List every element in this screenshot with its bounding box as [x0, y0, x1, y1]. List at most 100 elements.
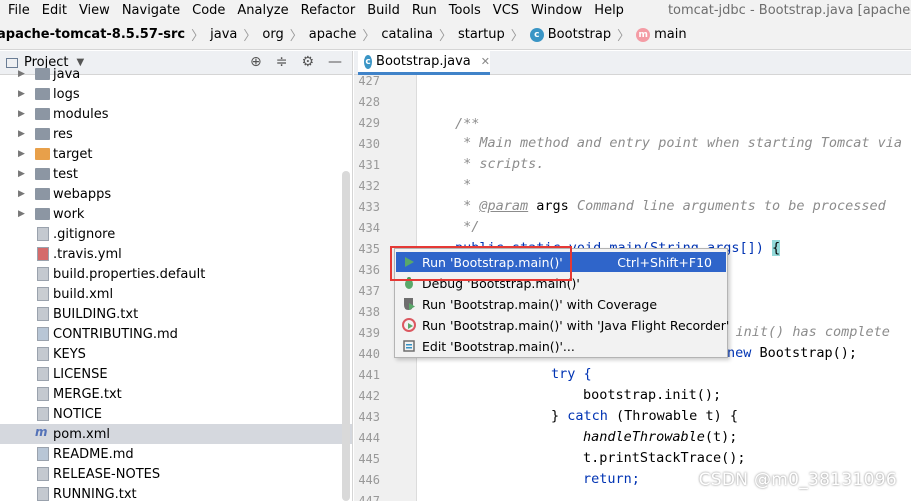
menu-item-shortcut: Ctrl+Shift+F10	[617, 254, 712, 270]
tree-item[interactable]: CONTRIBUTING.md	[0, 324, 352, 344]
tree-item[interactable]: NOTICE	[0, 404, 352, 424]
code-444-rest: (t);	[704, 429, 738, 445]
code-line-430: * Main method and entry point when start…	[455, 135, 911, 151]
code-line-444: handleThrowable(t);	[583, 429, 737, 445]
project-panel: Project ▼ ⊕ ≑ ⚙ — ▶ java ▶ logs ▶ modules ▶ res…	[0, 51, 353, 501]
tree-item-label: modules	[53, 106, 109, 122]
tree-item[interactable]: ▶ test	[0, 164, 352, 184]
breadcrumb-class-label: Bootstrap	[547, 27, 612, 42]
menu-item-label: Run 'Bootstrap.main()' with 'Java Flight…	[422, 317, 730, 333]
tree-item[interactable]: .travis.yml	[0, 244, 352, 264]
file-icon	[37, 447, 49, 461]
line-number: 438	[358, 305, 380, 319]
tree-item[interactable]: ▶ webapps	[0, 184, 352, 204]
menu-code[interactable]: Code	[186, 3, 231, 18]
menu-view[interactable]: View	[73, 3, 116, 18]
menu-help[interactable]: Help	[588, 3, 630, 18]
code-440-rest: Bootstrap();	[751, 345, 858, 361]
menu-navigate[interactable]: Navigate	[116, 3, 186, 18]
line-number: 433	[358, 200, 380, 214]
menu-window[interactable]: Window	[525, 3, 588, 18]
tree-item-label: work	[53, 206, 85, 222]
tree-item[interactable]: ▶ target	[0, 144, 352, 164]
menu-edit[interactable]: Edit	[36, 3, 73, 18]
tree-item[interactable]: ▶ res	[0, 124, 352, 144]
tree-item[interactable]: ▶ work	[0, 204, 352, 224]
tree-item[interactable]: MERGE.txt	[0, 384, 352, 404]
menu-item-label: Run 'Bootstrap.main()' with Coverage	[422, 296, 658, 312]
tree-item[interactable]: ▶ modules	[0, 104, 352, 124]
chevron-right-icon[interactable]: ▶	[18, 69, 25, 79]
menu-tools[interactable]: Tools	[443, 3, 487, 18]
class-icon: c	[364, 54, 373, 69]
tree-item[interactable]: ▶ java	[0, 64, 352, 84]
tree-item-label: NOTICE	[53, 406, 103, 422]
tree-item-label: build.xml	[53, 286, 114, 302]
folder-icon	[35, 208, 50, 220]
tree-item-label: res	[53, 126, 73, 142]
line-number: 431	[358, 158, 380, 172]
breadcrumb-separator: 〉	[510, 29, 524, 44]
chevron-right-icon[interactable]: ▶	[18, 209, 25, 219]
folder-icon	[35, 128, 50, 140]
tree-item-label: .travis.yml	[53, 246, 122, 262]
breadcrumb-startup[interactable]: startup	[458, 27, 505, 42]
tree-item[interactable]: RUNNING.txt	[0, 484, 352, 501]
tab-bootstrap-java[interactable]: c Bootstrap.java ✕	[358, 51, 490, 75]
chevron-right-icon[interactable]: ▶	[18, 129, 25, 139]
close-icon[interactable]: ✕	[481, 55, 490, 68]
breadcrumb-catalina[interactable]: catalina	[381, 27, 433, 42]
menu-run[interactable]: Run	[406, 3, 443, 18]
scrollbar[interactable]	[342, 171, 350, 501]
menu-refactor[interactable]: Refactor	[295, 3, 362, 18]
tree-item-label: test	[53, 166, 78, 182]
code-line-446: return;	[583, 471, 640, 487]
file-icon	[37, 307, 49, 321]
file-icon	[37, 407, 49, 421]
tree-item-label: KEYS	[53, 346, 86, 362]
breadcrumb-method-label: main	[654, 27, 687, 42]
menu-build[interactable]: Build	[361, 3, 406, 18]
breadcrumb-separator: 〉	[191, 29, 205, 44]
menu-item-coverage[interactable]: Run 'Bootstrap.main()' with Coverage	[396, 294, 726, 314]
breadcrumb-method[interactable]: m main	[636, 27, 687, 42]
breadcrumb-class[interactable]: c Bootstrap	[529, 27, 612, 42]
chevron-right-icon[interactable]: ▶	[18, 189, 25, 199]
tree-item[interactable]: KEYS	[0, 344, 352, 364]
menu-item-flight-recorder[interactable]: Run 'Bootstrap.main()' with 'Java Flight…	[396, 315, 730, 335]
menu-analyze[interactable]: Analyze	[231, 3, 294, 18]
menu-file[interactable]: File	[0, 3, 36, 18]
coverage-icon	[402, 297, 416, 311]
folder-icon	[35, 108, 50, 120]
code-line-440: new Bootstrap();	[727, 345, 857, 361]
chevron-right-icon[interactable]: ▶	[18, 89, 25, 99]
line-number: 443	[358, 410, 380, 424]
param-tag: @param	[479, 198, 529, 214]
breadcrumb-java[interactable]: java	[210, 27, 237, 42]
line-number: 436	[358, 263, 380, 277]
breadcrumb-project[interactable]: apache-tomcat-8.5.57-src	[0, 27, 185, 42]
menu-item-edit-config[interactable]: Edit 'Bootstrap.main()'...	[396, 336, 726, 356]
tree-item[interactable]: LICENSE	[0, 364, 352, 384]
tree-item[interactable]: build.properties.default	[0, 264, 352, 284]
code-line-445: t.printStackTrace();	[583, 450, 746, 466]
tree-item[interactable]: README.md	[0, 444, 352, 464]
tree-item[interactable]: BUILDING.txt	[0, 304, 352, 324]
tree-item[interactable]: RELEASE-NOTES	[0, 464, 352, 484]
menu-vcs[interactable]: VCS	[487, 3, 525, 18]
tree-item[interactable]: build.xml	[0, 284, 352, 304]
code-line-441: try {	[551, 366, 592, 382]
param-desc: Command line arguments to be processed	[568, 198, 886, 214]
chevron-right-icon[interactable]: ▶	[18, 109, 25, 119]
tree-item[interactable]: m pom.xml	[0, 424, 352, 444]
line-number: 430	[358, 137, 380, 151]
tree-item[interactable]: .gitignore	[0, 224, 352, 244]
breadcrumb-org[interactable]: org	[262, 27, 283, 42]
breadcrumb-apache[interactable]: apache	[309, 27, 357, 42]
chevron-right-icon[interactable]: ▶	[18, 149, 25, 159]
chevron-right-icon[interactable]: ▶	[18, 169, 25, 179]
file-icon	[37, 227, 49, 241]
line-number: 428	[358, 95, 380, 109]
tree-item[interactable]: ▶ logs	[0, 84, 352, 104]
class-icon: c	[529, 27, 544, 42]
